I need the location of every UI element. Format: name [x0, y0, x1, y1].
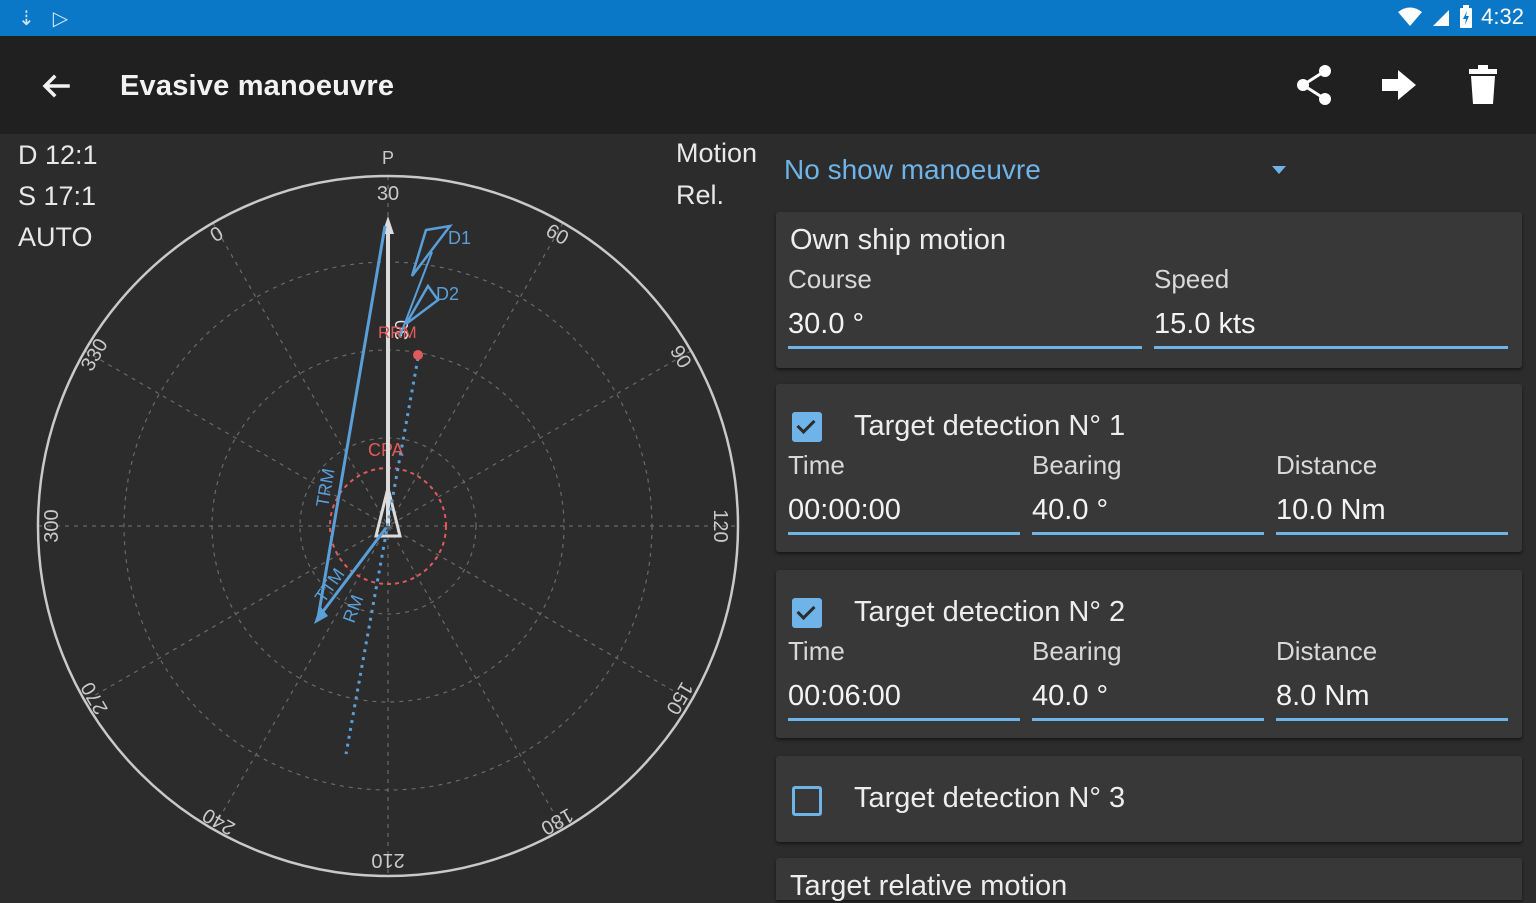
bearing-label: 30 [377, 183, 399, 205]
bearing-label: 210 [371, 849, 404, 871]
bearing-label: 150 [661, 678, 697, 718]
distance-field[interactable]: 10.0 Nm [1276, 494, 1386, 527]
bearing-label: 90 [665, 342, 695, 372]
cpa-point [413, 350, 423, 360]
bearing-label: 270 [77, 678, 113, 718]
bearing-field[interactable]: 40.0 ° [1032, 680, 1108, 713]
bearing-label: Bearing [1032, 450, 1122, 480]
bearing-label: 300 [41, 509, 63, 542]
app-bar: Evasive manoeuvre [0, 36, 1536, 134]
course-field[interactable]: 30.0 ° [788, 308, 864, 341]
bearing-label: 0 [207, 222, 228, 247]
chevron-down-icon [1272, 166, 1286, 174]
time-underline [788, 532, 1020, 535]
distance-field[interactable]: 8.0 Nm [1276, 680, 1369, 713]
radar-plot[interactable]: P 30 60 90 120 150 180 210 240 270 300 3… [30, 140, 750, 900]
time-label: Time [788, 636, 845, 666]
status-notifications: ⇣ ▷ [18, 6, 68, 31]
delete-icon[interactable] [1460, 62, 1506, 108]
trm-label: TRM [312, 467, 338, 509]
course-label: Course [788, 264, 872, 294]
cpa-label: CPA [368, 440, 404, 460]
bearing-underline [1032, 532, 1264, 535]
bearing-label: 240 [199, 803, 239, 839]
forward-arrow-icon[interactable] [1376, 62, 1422, 108]
detection-3-title: Target detection N° 3 [854, 782, 1126, 814]
bearing-label: 180 [537, 803, 577, 839]
d2-label: D2 [436, 284, 459, 304]
dropdown-selected: No show manoeuvre [784, 154, 1041, 185]
target-detection-1-card: Target detection N° 1 Time Bearing Dista… [776, 384, 1522, 552]
rrm-label: RRM [378, 323, 417, 342]
status-time: 4:32 [1481, 4, 1524, 29]
play-store-icon: ▷ [52, 8, 69, 30]
speed-field[interactable]: 15.0 kts [1154, 308, 1256, 341]
download-icon: ⇣ [18, 8, 35, 30]
d1-target-icon [410, 224, 453, 277]
share-icon[interactable] [1292, 62, 1338, 108]
detection-1-title: Target detection N° 1 [854, 410, 1126, 442]
status-bar: ⇣ ▷ 4:32 [0, 0, 1536, 36]
speed-underline [1154, 346, 1508, 349]
time-field[interactable]: 00:06:00 [788, 680, 901, 713]
detection-2-title: Target detection N° 2 [854, 596, 1126, 628]
speed-label: Speed [1154, 264, 1230, 294]
relative-motion-title: Target relative motion [790, 870, 1068, 902]
detection-3-checkbox[interactable] [792, 786, 822, 816]
time-underline [788, 718, 1020, 721]
relative-motion-card: Target relative motion [776, 858, 1522, 902]
signal-icon [1433, 10, 1450, 26]
time-label: Time [788, 450, 845, 480]
battery-icon [1460, 5, 1473, 28]
bearing-label: 120 [709, 509, 731, 542]
time-field[interactable]: 00:00:00 [788, 494, 901, 527]
bearing-underline [1032, 718, 1264, 721]
detection-2-checkbox[interactable] [792, 598, 822, 628]
detection-1-checkbox[interactable] [792, 412, 822, 442]
back-arrow-icon[interactable] [36, 66, 76, 106]
distance-label: Distance [1276, 636, 1378, 666]
radar-top-marker: P [382, 148, 394, 168]
page-title: Evasive manoeuvre [120, 70, 395, 102]
distance-underline [1276, 718, 1508, 721]
relative-motion-line [344, 357, 420, 755]
rm-label: RM [339, 592, 367, 625]
wifi-icon [1398, 7, 1423, 26]
own-ship-title: Own ship motion [790, 224, 1006, 256]
status-system: 4:32 [1397, 4, 1524, 30]
distance-label: Distance [1276, 450, 1378, 480]
own-ship-card: Own ship motion Course Speed 30.0 ° 15.0… [776, 212, 1522, 368]
bearing-label: Bearing [1032, 636, 1122, 666]
target-detection-3-card: Target detection N° 3 [776, 756, 1522, 842]
trm-vector [316, 225, 387, 619]
bearing-label: 330 [77, 335, 113, 375]
d1-label: D1 [448, 228, 471, 248]
course-underline [788, 346, 1142, 349]
distance-underline [1276, 532, 1508, 535]
target-detection-2-card: Target detection N° 2 Time Bearing Dista… [776, 570, 1522, 738]
manoeuvre-dropdown[interactable]: No show manoeuvre [784, 150, 1294, 194]
bearing-field[interactable]: 40.0 ° [1032, 494, 1108, 527]
